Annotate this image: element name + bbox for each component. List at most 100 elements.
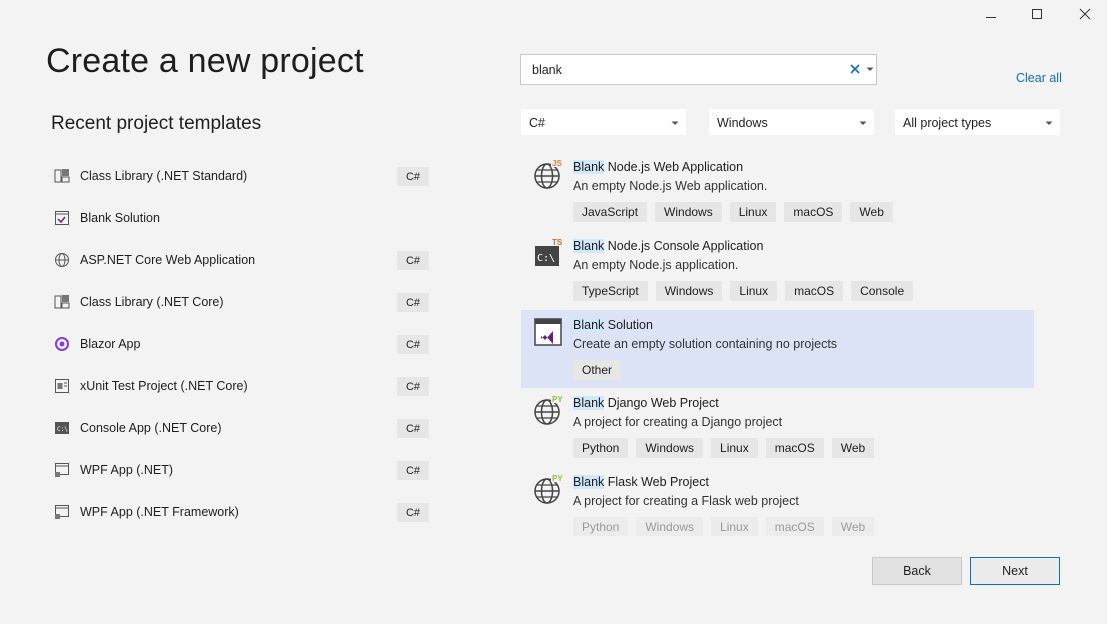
tag: Windows	[655, 281, 723, 301]
recent-item-class-library-core[interactable]: Class Library (.NET Core) C#	[51, 281, 431, 323]
wpf-icon	[53, 461, 71, 479]
maximize-button[interactable]	[1015, 4, 1059, 24]
result-description: A project for creating a Django project	[573, 415, 783, 429]
tag: macOS	[785, 281, 844, 301]
result-tags: Python Windows Linux macOS Web	[573, 438, 875, 458]
solution-icon	[53, 209, 71, 227]
result-item-blank-solution[interactable]: Blank Solution Create an empty solution …	[521, 310, 1034, 388]
result-badge: PY	[552, 395, 563, 404]
result-tags: TypeScript Windows Linux macOS Console	[573, 281, 914, 301]
result-badge: PY	[552, 474, 563, 483]
tag: Linux	[711, 438, 758, 458]
recent-item-xunit[interactable]: xUnit Test Project (.NET Core) C#	[51, 365, 431, 407]
result-name: Blank Flask Web Project	[573, 475, 709, 489]
result-name-rest: Django Web Project	[604, 396, 719, 410]
result-name-rest: Solution	[604, 318, 653, 332]
back-button[interactable]: Back	[872, 557, 962, 585]
recent-item-blazor[interactable]: Blazor App C#	[51, 323, 431, 365]
tag: Web	[831, 517, 875, 536]
next-button[interactable]: Next	[970, 557, 1060, 585]
nodejs-console-template-icon: C:\ TS	[535, 237, 565, 266]
project-type-filter-value: All project types	[903, 116, 992, 130]
wpf-icon	[53, 503, 71, 521]
result-name: Blank Node.js Web Application	[573, 160, 743, 174]
chevron-down-icon	[859, 121, 867, 125]
class-library-icon	[53, 167, 71, 185]
tag: Windows	[655, 202, 722, 222]
language-badge: C#	[397, 503, 429, 522]
svg-text:C:\: C:\	[57, 426, 68, 433]
recent-item-console-app[interactable]: C:\ Console App (.NET Core) C#	[51, 407, 431, 449]
tag: TypeScript	[573, 281, 648, 301]
recent-item-wpf-net[interactable]: WPF App (.NET) C#	[51, 449, 431, 491]
language-badge: C#	[397, 461, 429, 480]
language-badge: C#	[397, 377, 429, 396]
recent-item-wpf-framework[interactable]: WPF App (.NET Framework) C#	[51, 491, 431, 533]
clear-all-link[interactable]: Clear all	[1016, 71, 1062, 85]
tag: Web	[831, 438, 875, 458]
tag: Web	[850, 202, 893, 222]
recent-templates-list: Class Library (.NET Standard) C# Blank S…	[51, 155, 431, 533]
test-icon	[53, 377, 71, 395]
class-library-icon	[53, 293, 71, 311]
result-badge: TS	[552, 238, 563, 247]
result-description: Create an empty solution containing no p…	[573, 337, 838, 351]
recent-item-label: Class Library (.NET Core)	[80, 295, 224, 309]
language-badge: C#	[397, 419, 429, 438]
django-template-icon: PY	[534, 394, 565, 425]
close-button[interactable]	[1063, 4, 1107, 24]
result-description: A project for creating a Flask web proje…	[573, 494, 799, 508]
console-icon: C:\	[53, 419, 71, 437]
search-highlight: Blank	[573, 239, 605, 253]
result-name: Blank Solution	[573, 318, 653, 332]
result-name-rest: Node.js Console Application	[604, 239, 764, 253]
recent-item-class-library-standard[interactable]: Class Library (.NET Standard) C#	[51, 155, 431, 197]
result-tags: Python Windows Linux macOS Web	[573, 517, 875, 536]
tag: Linux	[730, 281, 778, 301]
tag: Windows	[636, 438, 704, 458]
recent-item-label: Class Library (.NET Standard)	[80, 169, 248, 183]
result-tags: JavaScript Windows Linux macOS Web	[573, 202, 893, 222]
nodejs-web-template-icon: JS	[534, 158, 565, 189]
language-filter[interactable]: C#	[520, 108, 687, 136]
result-description: An empty Node.js Web application.	[573, 179, 768, 193]
chevron-down-icon[interactable]	[866, 67, 874, 72]
chevron-down-icon	[671, 121, 679, 125]
result-item-django[interactable]: PY Blank Django Web Project A project fo…	[521, 388, 1034, 467]
search-input[interactable]: blank	[520, 54, 877, 85]
result-badge: JS	[552, 159, 562, 168]
language-filter-value: C#	[529, 116, 545, 130]
tag: macOS	[784, 202, 843, 222]
page-title: Create a new project	[46, 42, 364, 80]
result-item-nodejs-web[interactable]: JS Blank Node.js Web Application An empt…	[521, 152, 1034, 231]
tag: JavaScript	[573, 202, 648, 222]
search-highlight: Blank	[573, 318, 605, 332]
result-item-flask[interactable]: PY Blank Flask Web Project A project for…	[521, 467, 1034, 536]
platform-filter[interactable]: Windows	[708, 108, 875, 136]
project-type-filter[interactable]: All project types	[894, 108, 1061, 136]
recent-item-aspnet-core[interactable]: ASP.NET Core Web Application C#	[51, 239, 431, 281]
result-item-nodejs-console[interactable]: C:\ TS Blank Node.js Console Application…	[521, 231, 1034, 310]
tag: Linux	[729, 202, 777, 222]
recent-item-label: Console App (.NET Core)	[80, 421, 222, 435]
flask-template-icon: PY	[534, 473, 565, 504]
recent-item-label: ASP.NET Core Web Application	[80, 253, 256, 267]
language-badge: C#	[397, 167, 429, 186]
minimize-icon	[986, 17, 996, 18]
tag: Windows	[636, 517, 704, 536]
result-name-rest: Node.js Web Application	[604, 160, 744, 174]
language-badge: C#	[397, 251, 429, 270]
tag: Python	[573, 517, 629, 536]
result-name-rest: Flask Web Project	[604, 475, 709, 489]
maximize-icon	[1032, 9, 1042, 19]
chevron-down-icon	[1045, 121, 1053, 125]
clear-icon[interactable]	[849, 62, 861, 76]
globe-icon	[53, 251, 71, 269]
search-highlight: Blank	[573, 475, 605, 489]
recent-item-blank-solution[interactable]: Blank Solution	[51, 197, 431, 239]
minimize-button[interactable]	[969, 4, 1013, 24]
tag: Console	[851, 281, 914, 301]
language-badge: C#	[397, 335, 429, 354]
tag: Python	[573, 438, 629, 458]
recent-item-label: Blazor App	[80, 337, 141, 351]
